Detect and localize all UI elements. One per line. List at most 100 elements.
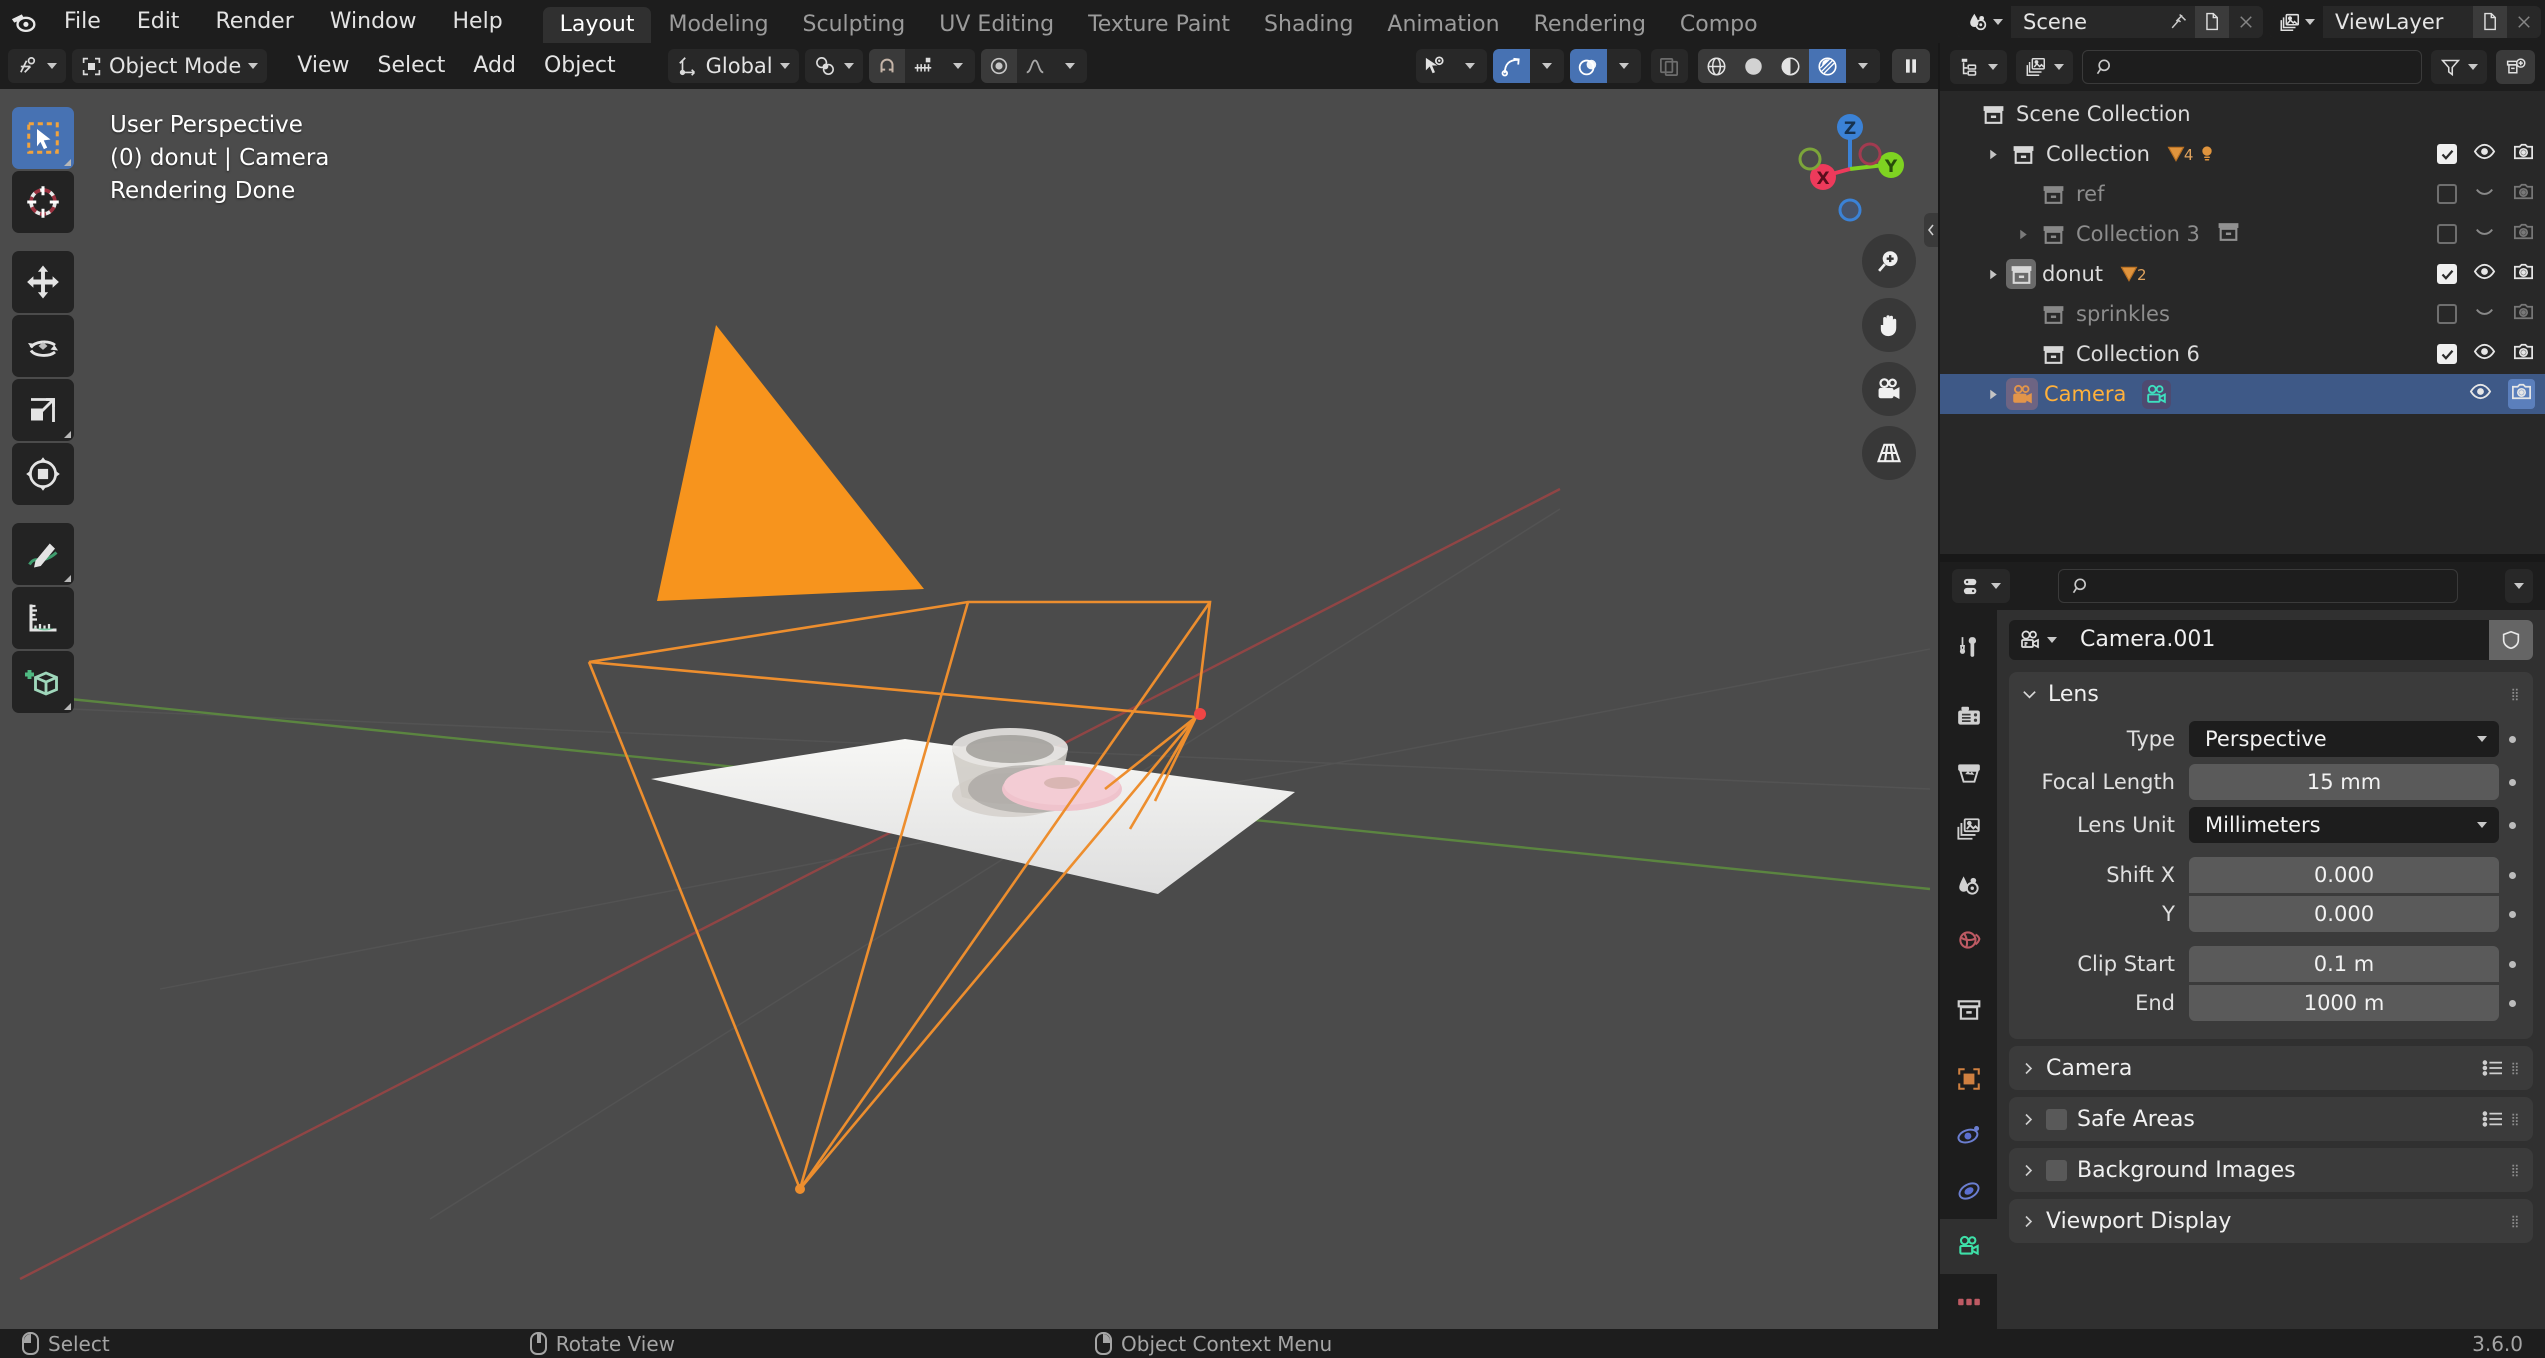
rotate-tool[interactable] [12,315,74,377]
scene-tab[interactable] [1940,857,1997,913]
proportional-falloff-icon[interactable] [1017,49,1053,83]
shading-chevron-icon[interactable] [1846,49,1880,83]
camera-view-icon[interactable] [1862,362,1916,416]
filter-funnel-icon[interactable] [2431,50,2487,84]
disclosure-triangle-icon[interactable] [1980,148,2006,161]
falloff-chevron-icon[interactable] [1053,49,1087,83]
menu-edit[interactable]: Edit [119,0,198,43]
transform-orientation-selector[interactable]: Global [667,49,799,83]
panel-header[interactable]: Background Images ⣿ [2009,1148,2533,1192]
shading-rendered-icon[interactable] [1809,49,1846,83]
zoom-icon[interactable] [1862,234,1916,288]
overlays-icon[interactable] [1570,49,1607,83]
shading-solid-icon[interactable] [1735,49,1772,83]
animate-property-dot[interactable] [2499,999,2525,1007]
new-scene-icon[interactable] [2195,5,2229,38]
panel-header[interactable]: Safe Areas ⣿ [2009,1097,2533,1141]
proportional-edit-group[interactable] [980,49,1087,83]
workspace-tab-rendering[interactable]: Rendering [1517,7,1663,43]
workspace-tab-texture-paint[interactable]: Texture Paint [1071,7,1247,43]
animate-property-dot[interactable] [2499,871,2525,879]
shading-wireframe-icon[interactable] [1698,49,1735,83]
outliner-row[interactable]: Collection 4 [1940,134,2545,174]
visibility-eye-icon[interactable] [2473,260,2496,288]
collection-exclude-checkbox[interactable] [2437,264,2457,284]
visibility-chevron-icon[interactable] [1453,49,1487,83]
visibility-eye-icon[interactable] [2473,140,2496,168]
pivot-point-selector[interactable] [804,49,863,83]
render-camera-icon[interactable] [2512,300,2535,328]
scale-tool[interactable] [12,379,74,441]
modifiers-tab[interactable] [1940,1107,1997,1163]
render-camera-icon[interactable] [2512,340,2535,368]
annotate-tool[interactable] [12,523,74,585]
render-tab[interactable] [1940,690,1997,746]
gizmo-chevron-icon[interactable] [1530,49,1564,83]
collapsed-panel[interactable]: Viewport Display ⣿ [2009,1199,2533,1243]
render-camera-icon[interactable] [2512,180,2535,208]
outliner-row[interactable]: donut 2 [1940,254,2545,294]
animate-property-dot[interactable] [2499,960,2525,968]
menu-help[interactable]: Help [435,0,521,43]
disclosure-triangle-icon[interactable] [1980,268,2006,281]
view-layer-tab[interactable] [1940,801,1997,857]
disclosure-triangle-icon[interactable] [2010,228,2036,241]
viewlayer-name[interactable]: ViewLayer [2323,5,2473,38]
visibility-eye-icon[interactable] [2473,220,2496,248]
outliner-row[interactable]: sprinkles [1940,294,2545,334]
collection-exclude-checkbox[interactable] [2437,184,2457,204]
outliner-row[interactable]: Collection 3 [1940,214,2545,254]
scene-name[interactable]: Scene [2011,5,2161,38]
animate-property-dot[interactable] [2499,735,2525,743]
disclosure-triangle-icon[interactable] [1980,388,2006,401]
workspace-tab-shading[interactable]: Shading [1247,7,1370,43]
constraints-tab[interactable] [1940,1163,1997,1219]
delete-viewlayer-icon[interactable] [2507,5,2541,38]
collection-tab[interactable] [1940,982,1997,1038]
panel-enable-checkbox[interactable] [2046,1108,2067,1130]
workspace-tab-layout[interactable]: Layout [542,7,652,43]
property-dropdown[interactable]: Millimeters [2189,807,2499,843]
overlays-chevron-icon[interactable] [1607,49,1641,83]
transform-tool[interactable] [12,443,74,505]
snapping-group[interactable] [868,49,975,83]
snap-magnet-icon[interactable] [868,49,905,83]
property-number-field[interactable]: 0.1 m [2189,945,2499,982]
property-number-field[interactable]: 0.000 [2189,896,2499,932]
xray-group[interactable] [1651,49,1688,83]
toggle-perspective-icon[interactable] [1862,426,1916,480]
render-camera-icon[interactable] [2512,220,2535,248]
collapsed-panel[interactable]: Camera ⣿ [2009,1046,2533,1090]
property-number-field[interactable]: 1000 m [2189,985,2499,1021]
menu-window[interactable]: Window [312,0,435,43]
collapsed-panel[interactable]: Safe Areas ⣿ [2009,1097,2533,1141]
delete-scene-icon[interactable] [2229,5,2263,38]
render-camera-icon[interactable] [2512,260,2535,288]
tool-tab[interactable] [1940,620,1997,676]
outliner-row[interactable]: Camera [1940,374,2545,414]
workspace-tab-compo[interactable]: Compo [1663,7,1775,43]
collection-exclude-checkbox[interactable] [2437,224,2457,244]
viewport-menu-object[interactable]: Object [530,43,630,89]
visibility-group[interactable] [1416,49,1487,83]
3d-viewport[interactable]: User Perspective (0) donut | Camera Rend… [0,89,1938,1329]
render-camera-icon[interactable] [2512,140,2535,168]
viewport-menu-view[interactable]: View [283,43,363,89]
new-collection-icon[interactable] [2496,50,2535,84]
panel-drag-grip[interactable]: ⣿ [2511,688,2521,700]
object-data-tab[interactable] [1940,1218,1997,1275]
scene-icon[interactable] [1957,5,2011,38]
viewport-menu-select[interactable]: Select [364,43,460,89]
output-tab[interactable] [1940,745,1997,801]
camera-data-name[interactable]: Camera.001 [2066,620,2489,660]
collection-exclude-checkbox[interactable] [2437,304,2457,324]
menu-render[interactable]: Render [197,0,311,43]
blender-logo-icon[interactable] [0,0,46,43]
measure-tool[interactable] [12,587,74,649]
pan-hand-icon[interactable] [1862,298,1916,352]
lens-panel-header[interactable]: Lens ⣿ [2009,672,2533,716]
scene-selector[interactable]: Scene [1957,5,2263,38]
properties-options-chevron-icon[interactable] [2505,569,2533,603]
workspace-tab-sculpting[interactable]: Sculpting [786,7,923,43]
panel-drag-grip[interactable]: ⣿ [2511,1164,2521,1176]
